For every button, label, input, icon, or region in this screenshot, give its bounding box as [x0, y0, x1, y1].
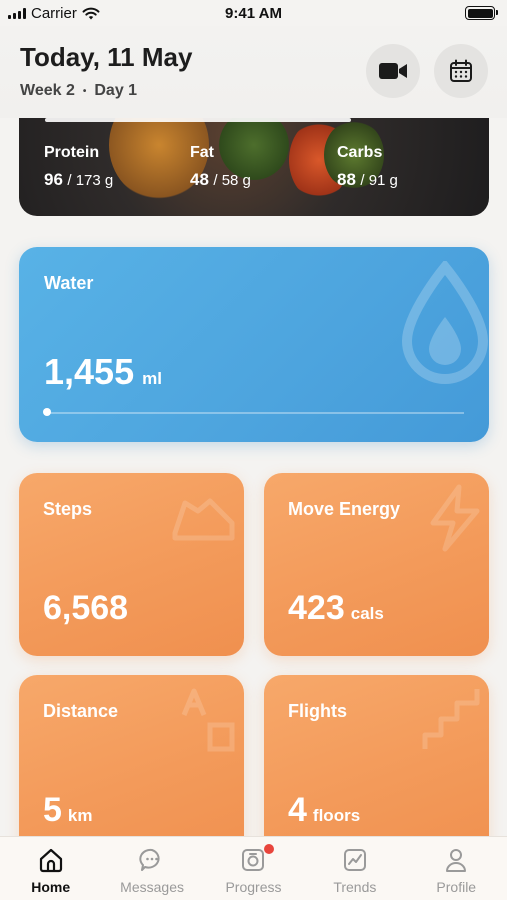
stairs-icon [422, 689, 480, 749]
macro-protein: Protein 96 / 173 g [44, 144, 113, 190]
tab-home[interactable]: Home [0, 837, 101, 895]
tab-label: Progress [225, 879, 282, 895]
tab-messages[interactable]: Messages [102, 837, 203, 895]
route-icon [181, 688, 235, 752]
distance-value: 5 [43, 791, 62, 829]
user-icon [446, 849, 467, 872]
macro-label: Carbs [337, 144, 383, 161]
shoe-icon [172, 498, 235, 541]
macro-label: Fat [190, 144, 214, 161]
macro-goal: / 58 g [213, 172, 251, 189]
macro-fat: Fat 48 / 58 g [190, 144, 251, 190]
calendar-button[interactable] [434, 44, 488, 98]
flights-value: 4 [288, 791, 307, 829]
image-edge-highlight [45, 118, 351, 122]
video-call-button[interactable] [366, 44, 420, 98]
calendar-icon [450, 59, 472, 82]
status-left: Carrier [8, 5, 100, 22]
home-icon [39, 848, 62, 873]
distance-unit: km [67, 806, 93, 825]
separator-dot: • [82, 85, 87, 97]
wifi-icon [82, 7, 100, 19]
macro-value: 48 [190, 170, 209, 189]
steps-card[interactable]: Steps 6,568 [19, 473, 244, 656]
move-energy-card[interactable]: Move Energy 423 cals [264, 473, 489, 656]
move-energy-amount: 423 cals [288, 589, 384, 628]
page-header: Today, 11 May Week 2 • Day 1 [0, 26, 507, 118]
water-value: 1,455 [44, 351, 135, 392]
move-energy-title: Move Energy [288, 499, 401, 519]
flights-title: Flights [288, 701, 347, 721]
chat-bubble-icon [139, 848, 160, 871]
distance-title: Distance [43, 701, 119, 721]
video-camera-icon [379, 63, 407, 79]
tab-label: Trends [333, 879, 377, 895]
tab-profile[interactable]: Profile [406, 837, 507, 895]
signal-icon [8, 7, 26, 19]
macro-value: 88 [337, 170, 356, 189]
flights-amount: 4 floors [288, 791, 360, 830]
flights-unit: floors [312, 806, 361, 825]
water-progress-knob[interactable] [43, 408, 51, 416]
macro-label: Protein [44, 144, 100, 161]
notification-badge [263, 844, 274, 854]
macro-carbs: Carbs 88 / 91 g [337, 144, 398, 190]
water-card[interactable]: Water 1,455 ml [19, 247, 489, 442]
steps-value: 6,568 [43, 589, 129, 627]
battery-icon [465, 6, 498, 20]
bottom-tab-bar: Home Messages Progress Trends Profile [0, 836, 507, 900]
status-bar: Carrier 9:41 AM [0, 0, 507, 26]
macro-goal: / 173 g [67, 172, 114, 189]
lightning-icon [430, 484, 480, 552]
move-energy-unit: cals [350, 604, 384, 623]
page-title: Today, 11 May [20, 42, 193, 72]
program-progress: Week 2 • Day 1 [20, 82, 137, 100]
water-amount: 1,455 ml [44, 351, 162, 393]
tab-label: Messages [120, 879, 184, 895]
camera-icon [242, 849, 265, 871]
move-energy-value: 423 [288, 589, 345, 627]
trend-chart-icon [343, 849, 366, 871]
day-label: Day 1 [94, 82, 138, 99]
week-label: Week 2 [20, 82, 75, 99]
water-unit: ml [142, 369, 162, 388]
macro-goal: / 91 g [360, 172, 398, 189]
distance-amount: 5 km [43, 791, 93, 830]
water-title: Water [44, 273, 94, 293]
steps-title: Steps [43, 499, 93, 519]
carrier-label: Carrier [31, 4, 77, 22]
tab-label: Profile [436, 879, 477, 895]
tab-label: Home [31, 879, 71, 895]
water-progress-track [44, 412, 464, 414]
clock: 9:41 AM [225, 4, 282, 22]
water-drop-icon [401, 261, 489, 384]
macro-value: 96 [44, 170, 63, 189]
tab-trends[interactable]: Trends [304, 837, 405, 895]
tab-progress[interactable]: Progress [203, 837, 304, 895]
